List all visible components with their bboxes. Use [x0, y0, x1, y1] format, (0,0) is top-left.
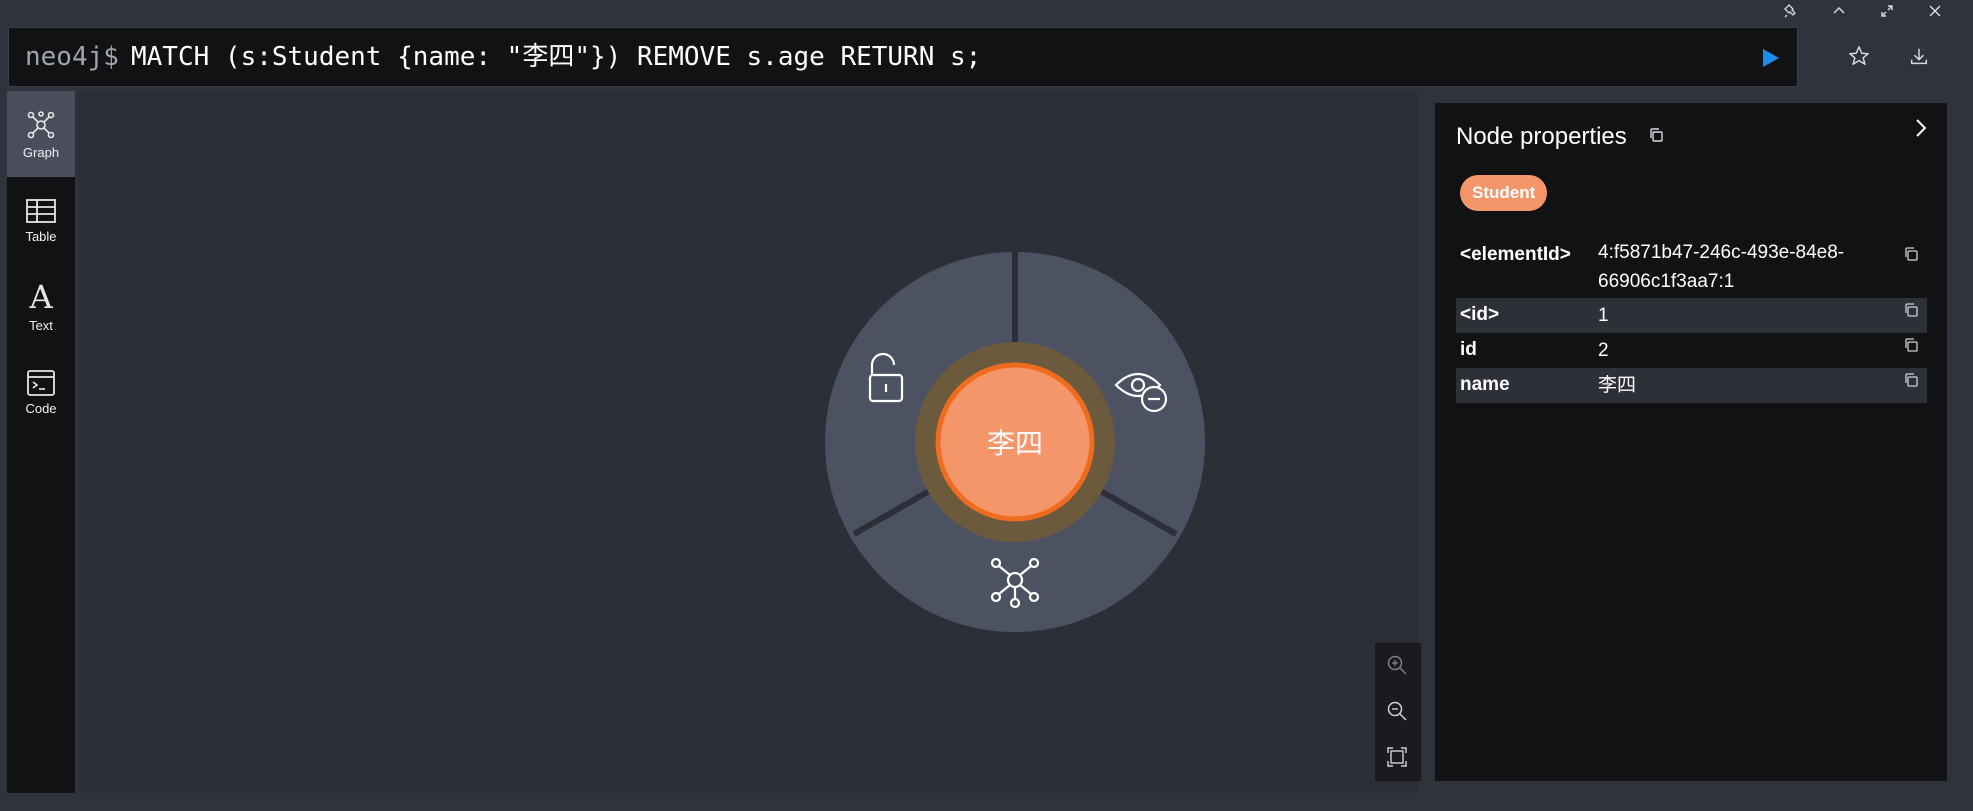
- tab-label-code: Code: [25, 400, 57, 416]
- view-switcher: Graph Table A Text Code: [7, 91, 75, 793]
- editor-actions: [1836, 27, 1956, 87]
- copy-icon[interactable]: [1903, 337, 1919, 353]
- property-value: 李四: [1598, 375, 1637, 396]
- table-view-tab[interactable]: Table: [7, 177, 75, 263]
- copy-icon[interactable]: [1903, 246, 1919, 262]
- app-window: neo4j$ MATCH (s:Student {name: "李四"}) RE…: [0, 0, 1973, 811]
- properties-table: <elementId> 4:f5871b47-246c-493e-84e8-66…: [1456, 238, 1927, 403]
- tab-label-graph: Graph: [22, 144, 60, 160]
- star-icon[interactable]: [1848, 45, 1872, 69]
- svg-text:A: A: [28, 280, 53, 314]
- tab-label-text: Text: [29, 317, 53, 333]
- query-text[interactable]: MATCH (s:Student {name: "李四"}) REMOVE s.…: [131, 28, 981, 86]
- copy-icon[interactable]: [1903, 372, 1919, 388]
- code-view-tab[interactable]: Code: [7, 349, 75, 435]
- node-label: 李四: [987, 427, 1043, 460]
- node-properties-panel: Node properties Student <elementId> 4:f5…: [1435, 103, 1947, 781]
- chevron-right-icon[interactable]: [1909, 117, 1933, 141]
- copy-icon[interactable]: [1648, 127, 1666, 145]
- pin-icon[interactable]: [1767, 0, 1815, 22]
- node-context-menu: 李四: [825, 252, 1205, 632]
- label-badge-student[interactable]: Student: [1460, 175, 1548, 211]
- property-row: name 李四: [1456, 368, 1927, 403]
- text-icon: A: [28, 280, 53, 314]
- code-icon: [27, 369, 55, 396]
- expand-icon[interactable]: [1863, 0, 1911, 22]
- close-icon[interactable]: [1911, 0, 1959, 22]
- play-icon[interactable]: [1759, 47, 1781, 69]
- panel-title: Node properties: [1456, 123, 1627, 150]
- property-value: 4:f5871b47-246c-493e-84e8-66906c1f3aa7:1: [1598, 242, 1845, 292]
- window-controls: [1767, 0, 1959, 22]
- graph-canvas[interactable]: 李四: [78, 91, 1418, 793]
- download-icon[interactable]: [1908, 45, 1932, 69]
- property-value: 2: [1598, 340, 1609, 361]
- graph-view-tab[interactable]: Graph: [7, 91, 75, 177]
- property-key: <elementId>: [1460, 244, 1571, 265]
- zoom-out-icon[interactable]: [1386, 700, 1410, 724]
- copy-icon[interactable]: [1903, 302, 1919, 318]
- query-editor[interactable]: neo4j$ MATCH (s:Student {name: "李四"}) RE…: [8, 27, 1798, 87]
- property-row: id 2: [1456, 333, 1927, 368]
- tab-label-table: Table: [25, 228, 57, 244]
- property-row: <elementId> 4:f5871b47-246c-493e-84e8-66…: [1456, 238, 1927, 298]
- fit-icon[interactable]: [1386, 746, 1410, 770]
- zoom-in-icon[interactable]: [1386, 654, 1410, 678]
- graph-icon: [27, 110, 55, 138]
- text-view-tab[interactable]: A Text: [7, 263, 75, 349]
- property-key: <id>: [1460, 304, 1500, 325]
- property-row: <id> 1: [1456, 298, 1927, 333]
- property-value: 1: [1598, 305, 1609, 326]
- editor-prompt: neo4j$: [25, 42, 119, 72]
- property-key: name: [1460, 374, 1510, 395]
- table-icon: [26, 198, 56, 223]
- zoom-controls: [1375, 643, 1421, 781]
- property-key: id: [1460, 339, 1477, 360]
- chevron-up-icon[interactable]: [1815, 0, 1863, 22]
